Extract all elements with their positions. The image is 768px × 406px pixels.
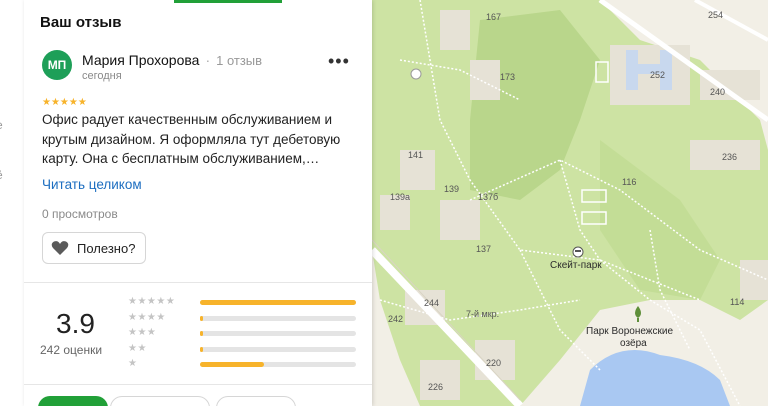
section-title: Ваш отзыв: [40, 14, 122, 31]
average-rating: 3.9: [56, 308, 95, 339]
map-label-167: 167: [486, 12, 501, 22]
rating-bar-track: [200, 347, 356, 352]
map-label-226: 226: [428, 382, 443, 392]
rating-row-1: ★: [128, 358, 358, 371]
building: [440, 200, 480, 240]
rating-row-stars: ★★: [128, 343, 147, 354]
building: [470, 60, 500, 100]
divider: [24, 384, 372, 385]
rating-count: 242 оценки: [40, 343, 103, 357]
action-button-primary[interactable]: [38, 396, 108, 406]
rating-row-5: ★★★★★: [128, 296, 358, 309]
rating-row-stars: ★★★★★: [128, 296, 176, 307]
map-label-173: 173: [500, 72, 515, 82]
left-strip-char-2: ё: [0, 168, 3, 182]
rating-row-stars: ★★★★: [128, 312, 166, 323]
review-stars: ★★★★★: [42, 97, 87, 108]
map-label-252: 252: [650, 70, 665, 80]
map-label-114: 114: [730, 297, 744, 307]
map-label-137b: 137б: [478, 192, 498, 202]
rating-row-4: ★★★★: [128, 312, 358, 325]
rating-row-stars: ★: [128, 358, 138, 369]
map-label-242: 242: [388, 314, 403, 324]
rating-bar-fill: [200, 362, 264, 367]
useful-label: Полезно?: [77, 240, 136, 256]
rating-bar-track: [200, 300, 356, 305]
active-tab-indicator: [174, 0, 282, 3]
map-label-236: 236: [722, 152, 737, 162]
building: [740, 260, 768, 300]
rating-bar-track: [200, 362, 356, 367]
author-review-count: 1 отзыв: [216, 53, 263, 68]
left-strip: е ё: [0, 0, 25, 406]
review-text: Офис радует качественным обслуживанием и…: [42, 112, 341, 166]
rating-bar-fill: [200, 316, 204, 321]
rating-row-stars: ★★★: [128, 327, 157, 338]
map-label-skatepark[interactable]: Скейт-парк: [550, 260, 602, 271]
building: [440, 10, 470, 50]
map-label-137: 137: [476, 244, 491, 254]
rating-bar-fill: [200, 331, 204, 336]
divider: [24, 282, 372, 283]
author-line: Мария Прохорова · 1 отзыв: [82, 52, 262, 68]
monument-icon: [410, 68, 422, 80]
map-label-139: 139: [444, 184, 459, 194]
map-label-116: 116: [622, 177, 636, 187]
skatepark-icon[interactable]: [572, 246, 584, 258]
map-label-139a: 139а: [390, 192, 410, 202]
more-options-button[interactable]: •••: [328, 52, 350, 70]
building: [420, 360, 460, 400]
map-label-park-line2[interactable]: озёра: [620, 338, 647, 349]
rating-bar-fill: [200, 300, 356, 305]
map-label-244: 244: [424, 298, 439, 308]
useful-button[interactable]: Полезно?: [42, 232, 146, 264]
action-button-tertiary[interactable]: [216, 396, 296, 406]
review-panel: Ваш отзыв МП Мария Прохорова · 1 отзыв сег…: [24, 0, 372, 406]
rating-row-2: ★★: [128, 343, 358, 356]
rating-row-3: ★★★: [128, 327, 358, 340]
map-label-240: 240: [710, 87, 725, 97]
heart-icon: [51, 241, 69, 255]
map-label-district: 7-й мкр.: [466, 309, 499, 319]
rating-bar-fill: [200, 347, 204, 352]
map-label-254: 254: [708, 10, 723, 20]
review-date: сегодня: [82, 70, 122, 82]
left-strip-char-1: е: [0, 118, 3, 132]
map-label-park-line1[interactable]: Парк Воронежские: [586, 326, 673, 337]
action-button-secondary[interactable]: [110, 396, 210, 406]
read-more-link[interactable]: Читать целиком: [42, 177, 142, 192]
map-label-141: 141: [408, 150, 423, 160]
rating-bar-track: [200, 316, 356, 321]
rating-bar-track: [200, 331, 356, 336]
avatar: МП: [42, 50, 72, 80]
separator: ·: [205, 52, 211, 68]
views-count: 0 просмотров: [42, 207, 118, 221]
author-name[interactable]: Мария Прохорова: [82, 52, 199, 68]
map-label-220: 220: [486, 358, 501, 368]
